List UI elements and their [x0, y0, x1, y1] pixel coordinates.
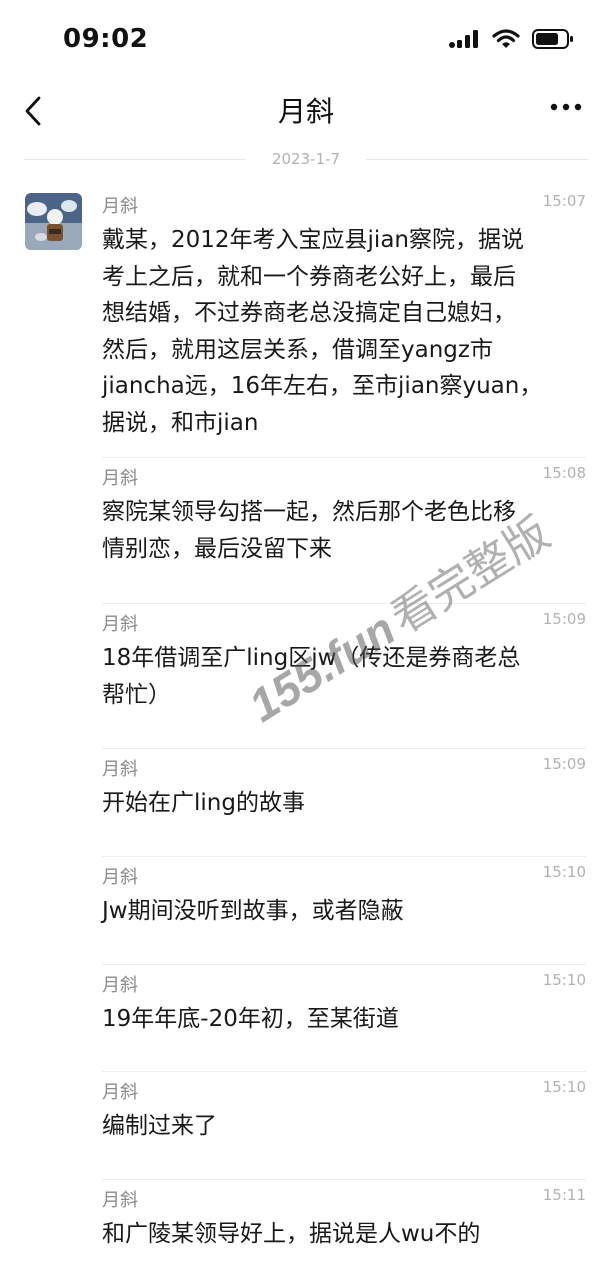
message-text: 察院某领导勾搭一起，然后那个老色比移 情别恋，最后没留下来: [102, 499, 516, 562]
avatar[interactable]: [25, 193, 82, 250]
sender-name: 月斜: [102, 196, 138, 217]
message-time: 15:09: [542, 610, 586, 628]
message-time: 15:09: [542, 755, 586, 773]
wifi-icon: [492, 29, 520, 48]
message-text: 和广陵某领导好上，据说是人wu不的: [102, 1221, 481, 1247]
avatar-image: [25, 193, 82, 250]
page-title: 月斜: [277, 95, 334, 128]
message-item[interactable]: 月斜 15:08 察院某领导勾搭一起，然后那个老色比移 情别恋，最后没留下来: [102, 458, 586, 604]
more-button[interactable]: [548, 92, 584, 122]
message-item[interactable]: 月斜 15:09 18年借调至广ling区jw（传还是券商老总 帮忙）: [102, 604, 586, 749]
more-icon: [550, 103, 582, 111]
message-time: 15:10: [542, 971, 586, 989]
message-text: 18年借调至广ling区jw（传还是券商老总 帮忙）: [102, 645, 521, 708]
message-time: 15:10: [542, 863, 586, 881]
message-text: Jw期间没听到故事，或者隐蔽: [102, 898, 404, 924]
message-time: 15:08: [542, 464, 586, 482]
status-time: 09:02: [63, 24, 149, 54]
nav-bar: 月斜: [0, 80, 612, 140]
message-item[interactable]: 月斜 15:10 Jw期间没听到故事，或者隐蔽: [102, 857, 586, 965]
message-item[interactable]: 月斜 15:07 戴某，2012年考入宝应县jian察院，据说 考上之后，就和一…: [102, 186, 586, 458]
message-text: 开始在广ling的故事: [102, 790, 305, 816]
message-item[interactable]: 月斜 15:09 开始在广ling的故事: [102, 749, 586, 857]
message-list: 月斜 15:07 戴某，2012年考入宝应县jian察院，据说 考上之后，就和一…: [102, 186, 586, 1280]
status-bar: 09:02: [0, 0, 612, 80]
message-time: 15:11: [542, 1186, 586, 1204]
message-text: 19年年底-20年初，至某街道: [102, 1006, 399, 1032]
date-divider: 2023-1-7: [24, 148, 588, 172]
message-item[interactable]: 月斜 15:11 和广陵某领导好上，据说是人wu不的: [102, 1180, 586, 1280]
status-icons: [448, 28, 574, 50]
sender-name: 月斜: [102, 867, 138, 888]
message-time: 15:10: [542, 1078, 586, 1096]
signal-icon: [449, 30, 478, 48]
message-item[interactable]: 月斜 15:10 编制过来了: [102, 1072, 586, 1180]
sender-name: 月斜: [102, 1190, 138, 1211]
sender-name: 月斜: [102, 1082, 138, 1103]
sender-name: 月斜: [102, 759, 138, 780]
message-text: 编制过来了: [102, 1113, 217, 1139]
message-time: 15:07: [542, 192, 586, 210]
sender-name: 月斜: [102, 614, 138, 635]
divider-line: [366, 159, 588, 160]
message-item[interactable]: 月斜 15:10 19年年底-20年初，至某街道: [102, 965, 586, 1072]
message-text: 戴某，2012年考入宝应县jian察院，据说 考上之后，就和一个券商老公好上，最…: [102, 227, 543, 436]
sender-name: 月斜: [102, 975, 138, 996]
sender-name: 月斜: [102, 468, 138, 489]
battery-icon: [532, 29, 573, 49]
